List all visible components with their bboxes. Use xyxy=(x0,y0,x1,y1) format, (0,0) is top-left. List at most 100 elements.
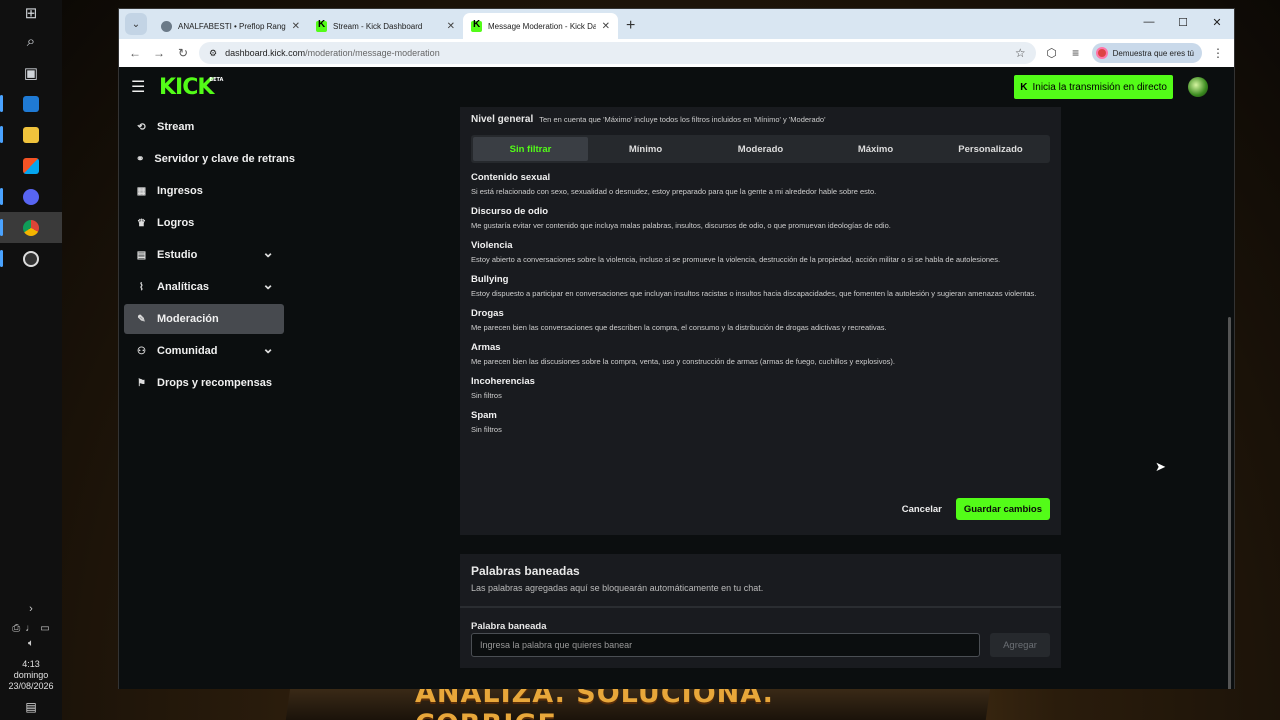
page-scrollbar[interactable] xyxy=(1228,317,1231,689)
bookmark-star-icon[interactable]: ☆ xyxy=(1015,46,1026,60)
sidebar-item-icon: ⚑ xyxy=(137,377,146,389)
kick-topbar: ☰ KICK BETA K Inicia la transmisión en di… xyxy=(119,67,1234,107)
discord-icon[interactable] xyxy=(0,181,62,212)
search-icon[interactable]: ⌕ xyxy=(0,26,62,57)
sidebar-item-comunidad[interactable]: ⚇ Comunidad ⌄ xyxy=(124,336,284,366)
clock-date[interactable]: 23/08/2026 xyxy=(8,681,53,692)
file-explorer-icon[interactable] xyxy=(0,119,62,150)
chrome-icon[interactable] xyxy=(0,212,62,243)
divider xyxy=(460,606,1061,608)
minimize-icon[interactable]: — xyxy=(1132,9,1166,35)
user-avatar[interactable] xyxy=(1188,77,1208,97)
sidebar-item-analiticas[interactable]: ⌇ Analíticas ⌄ xyxy=(124,272,284,302)
filter-category: Contenido sexual Si está relacionado con … xyxy=(471,172,1050,197)
sidebar-item-icon: ⚭ xyxy=(136,153,145,165)
chevron-down-icon: ⌄ xyxy=(131,18,141,30)
browser-tab-moderation[interactable]: Message Moderation - Kick Das ✕ xyxy=(463,13,618,39)
new-tab-button[interactable]: + xyxy=(626,17,635,35)
volume-icon[interactable]: 🔈︎ xyxy=(28,638,34,649)
browser-window: ⌄ ANALFABESTI • Preflop Range V ✕ Stream… xyxy=(118,8,1235,689)
kick-logo[interactable]: KICK BETA xyxy=(159,75,223,100)
kick-icon xyxy=(471,19,482,32)
browser-tab-analfabesti[interactable]: ANALFABESTI • Preflop Range V ✕ xyxy=(153,13,308,39)
filter-level-option[interactable]: Máximo xyxy=(818,137,933,161)
more-menu-icon[interactable]: ⋮ xyxy=(1210,46,1226,60)
banned-word-input[interactable]: Ingresa la palabra que quieres banear xyxy=(471,633,980,657)
sidebar-item-ingresos[interactable]: ▦ Ingresos xyxy=(124,176,284,206)
sidebar-item-stream[interactable]: ⟲ Stream xyxy=(124,112,284,142)
chevron-down-icon[interactable]: ⌄ xyxy=(262,340,274,357)
filter-category: Discurso de odio Me gustaría evitar ver c… xyxy=(471,206,1050,231)
sidebar-item-icon: ▤ xyxy=(136,249,147,261)
network-icon[interactable]: ⎙ xyxy=(12,623,20,634)
sidebar-item-estudio[interactable]: ▤ Estudio ⌄ xyxy=(124,240,284,270)
filter-level-option[interactable]: Sin filtrar xyxy=(473,137,588,161)
chevron-down-icon[interactable]: ⌄ xyxy=(262,244,274,261)
extensions-icon[interactable]: ⬡ xyxy=(1044,46,1060,60)
save-changes-button[interactable]: Guardar cambios xyxy=(955,498,1050,520)
sidebar-item-icon: ⌇ xyxy=(139,281,144,293)
store-icon[interactable] xyxy=(0,150,62,181)
beta-badge: BETA xyxy=(209,76,224,83)
tab-title: Stream - Kick Dashboard xyxy=(333,21,423,31)
chevron-down-icon[interactable]: ⌄ xyxy=(262,276,274,293)
notifications-icon[interactable]: ▤ xyxy=(25,700,36,714)
taskbar: ⊞ ⌕ ▣ › ⎙ ♩ ▭ 🔈︎ 4:13 domingo 23/08/2026 ▤ xyxy=(0,0,62,720)
filter-category: Bullying Estoy dispuesto a participar en … xyxy=(471,274,1050,299)
task-view-icon[interactable]: ▣ xyxy=(0,57,62,88)
media-controls-icon[interactable]: ≡ xyxy=(1068,46,1084,60)
filter-category-title: Drogas xyxy=(471,308,504,319)
close-tab-icon[interactable]: ✕ xyxy=(602,21,610,32)
windows-start-icon[interactable]: ⊞ xyxy=(0,0,62,26)
sidebar-item-icon: ✎ xyxy=(137,313,146,325)
url-input[interactable]: ⚙ dashboard.kick.com/moderation/message-… xyxy=(199,42,1036,64)
filter-category-desc: Estoy dispuesto a participar en conversa… xyxy=(471,289,1037,298)
add-banned-word-button[interactable]: Agregar xyxy=(990,633,1050,657)
outlook-icon[interactable] xyxy=(0,88,62,119)
clock-day[interactable]: domingo xyxy=(14,670,49,681)
sidebar-item-label: Stream xyxy=(157,121,195,133)
tray-icons[interactable]: ⎙ ♩ ▭ xyxy=(12,623,49,634)
sidebar-item-label: Drops y recompensas xyxy=(157,377,272,389)
filter-level-option[interactable]: Personalizado xyxy=(933,137,1048,161)
mic-icon[interactable]: ♩ xyxy=(25,623,35,634)
clock-time[interactable]: 4:13 xyxy=(22,659,40,670)
display-icon[interactable]: ▭ xyxy=(40,623,49,634)
filter-category-title: Armas xyxy=(471,342,501,353)
back-icon[interactable]: ← xyxy=(127,46,143,60)
close-tab-icon[interactable]: ✕ xyxy=(292,21,300,32)
obs-icon[interactable] xyxy=(0,243,62,274)
banned-word-label: Palabra baneada xyxy=(471,621,547,632)
go-live-button[interactable]: K Inicia la transmisión en directo xyxy=(1014,75,1173,99)
tab-search-button[interactable]: ⌄ xyxy=(125,13,147,35)
chevron-right-icon[interactable]: › xyxy=(29,603,33,615)
globe-icon xyxy=(161,20,172,32)
sidebar-item-label: Servidor y clave de retrans xyxy=(154,153,296,165)
close-icon[interactable]: ✕ xyxy=(1200,9,1234,35)
filter-level-option[interactable]: Mínimo xyxy=(588,137,703,161)
banned-words-title: Palabras baneadas xyxy=(471,564,580,578)
sidebar-item-label: Comunidad xyxy=(157,345,218,357)
form-actions: Cancelar Guardar cambios xyxy=(902,498,1050,520)
sidebar-item-logros[interactable]: ♛ Logros xyxy=(124,208,284,238)
hamburger-menu-icon[interactable]: ☰ xyxy=(131,77,151,97)
reload-icon[interactable]: ↻ xyxy=(175,46,191,60)
sidebar-item-icon: ♛ xyxy=(137,217,146,229)
sidebar-item-servidor[interactable]: ⚭ Servidor y clave de retrans xyxy=(124,144,295,174)
profile-button[interactable]: Demuestra que eres tú xyxy=(1091,43,1202,63)
kick-icon: K xyxy=(1020,81,1028,93)
sidebar-item-drops[interactable]: ⚑ Drops y recompensas xyxy=(124,368,284,398)
cancel-button[interactable]: Cancelar xyxy=(902,504,942,515)
filter-category-title: Contenido sexual xyxy=(471,172,551,183)
forward-icon[interactable]: → xyxy=(151,46,167,60)
filter-level-option[interactable]: Moderado xyxy=(703,137,818,161)
site-info-icon[interactable]: ⚙ xyxy=(209,48,217,59)
maximize-icon[interactable]: ☐ xyxy=(1166,9,1200,35)
browser-tab-stream[interactable]: Stream - Kick Dashboard ✕ xyxy=(308,13,463,39)
window-controls: — ☐ ✕ xyxy=(1132,9,1234,39)
close-tab-icon[interactable]: ✕ xyxy=(447,21,455,32)
filter-category: Violencia Estoy abierto a conversaciones … xyxy=(471,240,1050,265)
filter-category-title: Discurso de odio xyxy=(471,206,549,217)
filter-category-title: Spam xyxy=(471,410,497,421)
sidebar-item-moderacion[interactable]: ✎ Moderación xyxy=(124,304,284,334)
